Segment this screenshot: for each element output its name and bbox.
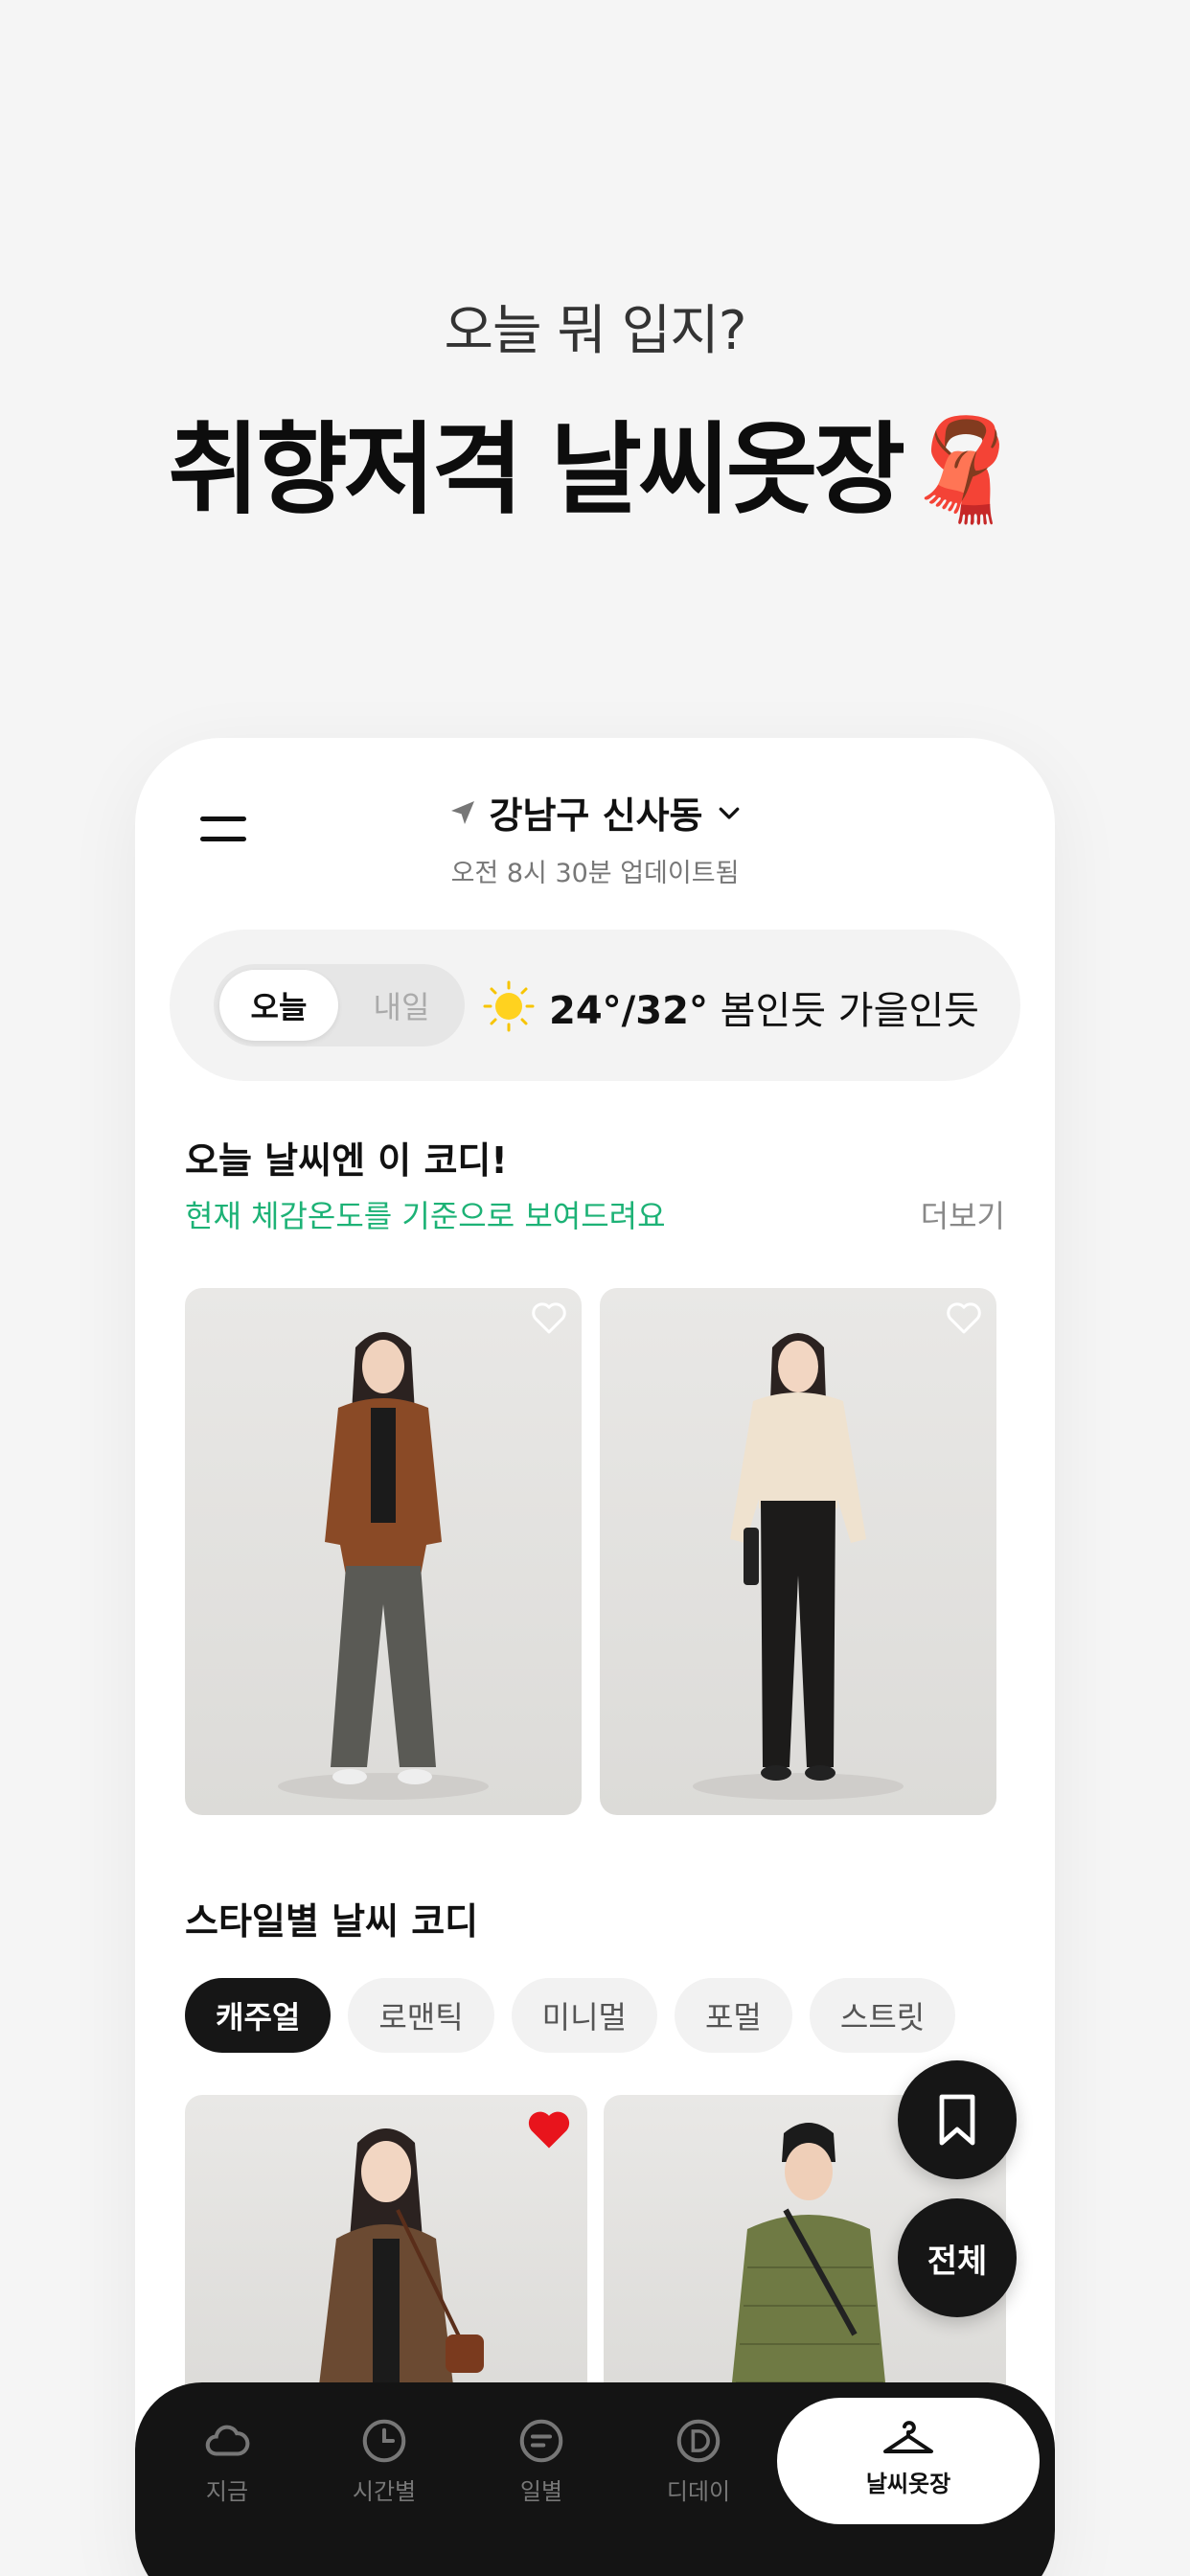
- tab-wardrobe[interactable]: 날씨옷장: [777, 2398, 1040, 2524]
- chip-casual[interactable]: 캐주얼: [185, 1978, 332, 2053]
- d-day-icon: [676, 2419, 721, 2463]
- phone-frame: 강남구 신사동 오전 8시 30분 업데이트됨 오늘 내일 24°/32° 봄인…: [135, 738, 1055, 2576]
- today-coordi-subtitle: 현재 체감온도를 기준으로 보여드려요: [185, 1198, 666, 1234]
- day-toggle: 오늘 내일: [214, 964, 465, 1046]
- tab-label: 지금: [205, 2478, 249, 2505]
- temperature-text: 24°/32° 봄인듯 가을인듯: [549, 979, 979, 1035]
- chip-street[interactable]: 스트릿: [809, 1978, 956, 2053]
- all-fab[interactable]: 전체: [898, 2198, 1017, 2317]
- temperature-range: 24°/32°: [549, 989, 708, 1033]
- tab-label: 일별: [519, 2478, 563, 2505]
- weather-summary-bar: 오늘 내일 24°/32° 봄인듯 가을인듯: [170, 930, 1020, 1081]
- sun-icon: [483, 980, 535, 1032]
- bookmark-icon: [939, 2094, 975, 2146]
- hero-subtitle: 오늘 뭐 입지?: [444, 300, 747, 362]
- hero-title: 취향저격 날씨옷장🧣: [168, 411, 1025, 528]
- chip-formal[interactable]: 포멀: [674, 1978, 792, 2053]
- weather-comment: 봄인듯 가을인듯: [720, 989, 979, 1033]
- bottom-tab-bar: 지금 시간별 일별 디데이 날씨옷장: [135, 2382, 1055, 2576]
- toggle-tomorrow[interactable]: 내일: [342, 970, 461, 1041]
- heart-outline-icon[interactable]: [945, 1300, 983, 1336]
- outfit-card[interactable]: [185, 1288, 582, 1815]
- tab-hourly[interactable]: 시간별: [308, 2415, 461, 2520]
- outfit-photo: [278, 1332, 489, 1800]
- chip-minimal[interactable]: 미니멀: [511, 1978, 657, 2053]
- chevron-down-icon: [719, 807, 739, 819]
- all-fab-label: 전체: [927, 2242, 988, 2281]
- chip-romantic[interactable]: 로맨틱: [348, 1978, 494, 2053]
- today-coordi-title: 오늘 날씨엔 이 코디!: [185, 1139, 508, 1182]
- hanger-icon: [883, 2421, 933, 2453]
- outfit-photo: [693, 1333, 904, 1800]
- location-selector[interactable]: 강남구 신사동: [447, 786, 744, 839]
- location-name: 강남구 신사동: [489, 794, 703, 837]
- style-coordi-title: 스타일별 날씨 코디: [185, 1900, 479, 1943]
- heart-outline-icon[interactable]: [530, 1300, 568, 1336]
- location-arrow-icon: [450, 800, 474, 824]
- outfit-card[interactable]: [185, 2095, 587, 2402]
- tab-label: 시간별: [352, 2478, 417, 2505]
- location-header: 강남구 신사동 오전 8시 30분 업데이트됨: [135, 786, 1055, 889]
- update-time: 오전 8시 30분 업데이트됨: [450, 859, 740, 888]
- tab-label: 디데이: [666, 2478, 731, 2505]
- toggle-today[interactable]: 오늘: [219, 970, 338, 1041]
- heart-filled-icon[interactable]: [524, 2106, 574, 2152]
- tab-dday[interactable]: 디데이: [622, 2415, 775, 2520]
- style-chips: 캐주얼 로맨틱 미니멀 포멀 스트릿: [185, 1978, 956, 2053]
- clock-icon: [362, 2419, 406, 2463]
- bookmark-fab[interactable]: [898, 2060, 1017, 2179]
- calendar-list-icon: [519, 2419, 563, 2463]
- tab-now[interactable]: 지금: [150, 2415, 304, 2520]
- more-link[interactable]: 더보기: [921, 1192, 1005, 1236]
- cloud-icon: [205, 2425, 250, 2456]
- outfit-card[interactable]: [600, 1288, 996, 1815]
- tab-label: 날씨옷장: [865, 2471, 951, 2497]
- tab-daily[interactable]: 일별: [465, 2415, 618, 2520]
